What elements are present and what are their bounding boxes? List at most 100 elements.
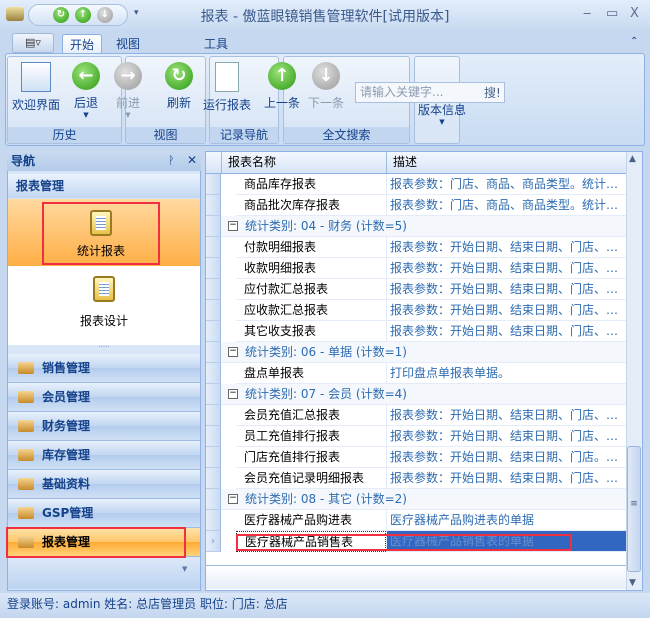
table-row[interactable]: 医疗器械产品购进表 医疗器械产品购进表的单据 <box>206 510 626 531</box>
row-indicator[interactable] <box>206 279 221 300</box>
scroll-down-icon[interactable]: ▼ <box>629 578 636 588</box>
report-desc[interactable]: 报表参数：开始日期、结束日期、门店、… <box>386 258 626 279</box>
scroll-up-icon[interactable]: ▲ <box>629 154 636 164</box>
report-desc[interactable]: 报表参数：开始日期、结束日期、门店、… <box>386 426 626 447</box>
nav-module-4[interactable]: 基础资料 <box>8 470 200 499</box>
version-info-button[interactable]: 版本信息 ▼ <box>416 97 468 126</box>
table-row[interactable]: 会员充值汇总报表 报表参数：开始日期、结束日期、门店、… <box>206 405 626 426</box>
forward-button[interactable]: → 前进 ▼ <box>110 62 146 119</box>
group-row[interactable]: − 统计类别: 06 - 单据 (计数=1) <box>206 342 626 363</box>
row-indicator[interactable] <box>206 237 221 258</box>
nav-module-3[interactable]: 库存管理 <box>8 441 200 470</box>
column-header-desc[interactable]: 描述 <box>386 152 626 173</box>
search-button[interactable]: 搜! <box>484 84 501 101</box>
row-indicator[interactable] <box>206 195 221 216</box>
tab-tools[interactable]: 工具 <box>196 34 236 54</box>
report-desc[interactable]: 报表参数：开始日期、结束日期、门店、… <box>386 300 626 321</box>
report-name[interactable]: 收款明细报表 <box>236 258 386 279</box>
row-indicator[interactable] <box>206 300 221 321</box>
report-name[interactable]: 应收款汇总报表 <box>236 300 386 321</box>
row-indicator[interactable] <box>206 216 221 237</box>
report-desc[interactable]: 报表参数：开始日期、结束日期、门店、… <box>386 237 626 258</box>
refresh-button[interactable]: ↻ 刷新 <box>162 62 196 111</box>
column-header-name[interactable]: 报表名称 <box>221 152 386 173</box>
report-name[interactable]: 盘点单报表 <box>236 363 386 384</box>
report-name[interactable]: 其它收支报表 <box>236 321 386 342</box>
group-row[interactable]: − 统计类别: 04 - 财务 (计数=5) <box>206 216 626 237</box>
report-name[interactable]: 员工充值排行报表 <box>236 426 386 447</box>
tab-view[interactable]: 视图 <box>108 34 148 54</box>
back-button[interactable]: ← 后退 ▼ <box>66 62 106 119</box>
minimize-button[interactable]: ‒ <box>583 6 591 21</box>
row-indicator[interactable] <box>206 321 221 342</box>
report-name[interactable]: 商品库存报表 <box>236 174 386 195</box>
report-name[interactable]: 会员充值汇总报表 <box>236 405 386 426</box>
collapse-icon[interactable]: − <box>228 494 238 504</box>
report-name[interactable]: 付款明细报表 <box>236 237 386 258</box>
table-row[interactable]: 会员充值记录明细报表 报表参数：开始日期、结束日期、门店、… <box>206 468 626 489</box>
group-row[interactable]: − 统计类别: 07 - 会员 (计数=4) <box>206 384 626 405</box>
report-desc[interactable]: 医疗器械产品购进表的单据 <box>386 510 626 531</box>
table-row[interactable]: 员工充值排行报表 报表参数：开始日期、结束日期、门店、… <box>206 426 626 447</box>
report-desc[interactable]: 报表参数：开始日期、结束日期、门店、… <box>386 405 626 426</box>
row-indicator[interactable] <box>206 174 221 195</box>
maximize-button[interactable]: ▭ <box>606 6 618 21</box>
tab-start[interactable]: 开始 <box>62 34 102 54</box>
report-name[interactable]: 门店充值排行报表 <box>236 447 386 468</box>
row-indicator[interactable] <box>206 510 221 531</box>
row-indicator[interactable] <box>206 342 221 363</box>
nav-item-report-design[interactable]: 报表设计 <box>8 276 200 329</box>
row-indicator[interactable] <box>206 468 221 489</box>
table-row[interactable]: 应付款汇总报表 报表参数：开始日期、结束日期、门店、… <box>206 279 626 300</box>
nav-module-5[interactable]: GSP管理 <box>8 499 200 528</box>
app-menu-button[interactable]: ▤▿ <box>12 33 54 53</box>
next-record-button[interactable]: ↓ 下一条 <box>306 62 346 111</box>
group-row[interactable]: − 统计类别: 08 - 其它 (计数=2) <box>206 489 626 510</box>
nav-close-button[interactable]: ✕ <box>187 153 197 167</box>
row-indicator[interactable] <box>206 426 221 447</box>
row-indicator[interactable] <box>206 384 221 405</box>
table-row[interactable]: 门店充值排行报表 报表参数：开始日期、结束日期、门店。… <box>206 447 626 468</box>
welcome-button[interactable]: 欢迎界面 <box>10 62 62 113</box>
scrollbar-thumb[interactable]: ≡ <box>627 446 641 572</box>
splitter-handle[interactable]: ····· <box>8 344 200 352</box>
row-indicator[interactable]: › <box>206 531 221 552</box>
report-desc[interactable]: 报表参数：开始日期、结束日期、门店。… <box>386 447 626 468</box>
report-desc[interactable]: 报表参数：门店、商品、商品类型。统计… <box>386 174 626 195</box>
table-row[interactable]: 商品批次库存报表 报表参数：门店、商品、商品类型。统计… <box>206 195 626 216</box>
table-row[interactable]: 商品库存报表 报表参数：门店、商品、商品类型。统计… <box>206 174 626 195</box>
report-desc[interactable]: 打印盘点单报表单据。 <box>386 363 626 384</box>
run-report-button[interactable]: 运行报表 <box>201 62 253 113</box>
table-row[interactable]: 应收款汇总报表 报表参数：开始日期、结束日期、门店、… <box>206 300 626 321</box>
report-name[interactable]: 商品批次库存报表 <box>236 195 386 216</box>
table-row[interactable]: 收款明细报表 报表参数：开始日期、结束日期、门店、… <box>206 258 626 279</box>
collapse-icon[interactable]: − <box>228 389 238 399</box>
table-row[interactable]: 盘点单报表 打印盘点单报表单据。 <box>206 363 626 384</box>
table-row[interactable]: 付款明细报表 报表参数：开始日期、结束日期、门店、… <box>206 237 626 258</box>
pin-button[interactable]: ᚹ <box>168 154 175 167</box>
row-indicator[interactable] <box>206 447 221 468</box>
prev-record-button[interactable]: ↑ 上一条 <box>262 62 302 111</box>
nav-module-1[interactable]: 会员管理 <box>8 383 200 412</box>
button-label: 上一条 <box>263 96 300 110</box>
report-desc[interactable]: 报表参数：开始日期、结束日期、门店、… <box>386 279 626 300</box>
table-row[interactable]: 其它收支报表 报表参数：开始日期、结束日期、门店、… <box>206 321 626 342</box>
report-desc[interactable]: 报表参数：开始日期、结束日期、门店、… <box>386 468 626 489</box>
close-button[interactable]: X <box>630 6 639 21</box>
nav-module-2[interactable]: 财务管理 <box>8 412 200 441</box>
report-name[interactable]: 会员充值记录明细报表 <box>236 468 386 489</box>
report-name[interactable]: 应付款汇总报表 <box>236 279 386 300</box>
report-name[interactable]: 医疗器械产品购进表 <box>236 510 386 531</box>
report-desc[interactable]: 报表参数：门店、商品、商品类型。统计… <box>386 195 626 216</box>
report-desc[interactable]: 报表参数：开始日期、结束日期、门店、… <box>386 321 626 342</box>
collapse-icon[interactable]: − <box>228 347 238 357</box>
row-indicator[interactable] <box>206 405 221 426</box>
row-indicator[interactable] <box>206 363 221 384</box>
nav-item-statistics-report[interactable]: 统计报表 <box>42 202 160 265</box>
nav-module-0[interactable]: 销售管理 <box>8 354 200 383</box>
collapse-icon[interactable]: − <box>228 221 238 231</box>
row-indicator[interactable] <box>206 258 221 279</box>
row-indicator[interactable] <box>206 489 221 510</box>
collapse-ribbon-icon[interactable]: ⌃ <box>630 36 638 47</box>
chevron-down-icon[interactable]: ▼ <box>182 565 187 573</box>
